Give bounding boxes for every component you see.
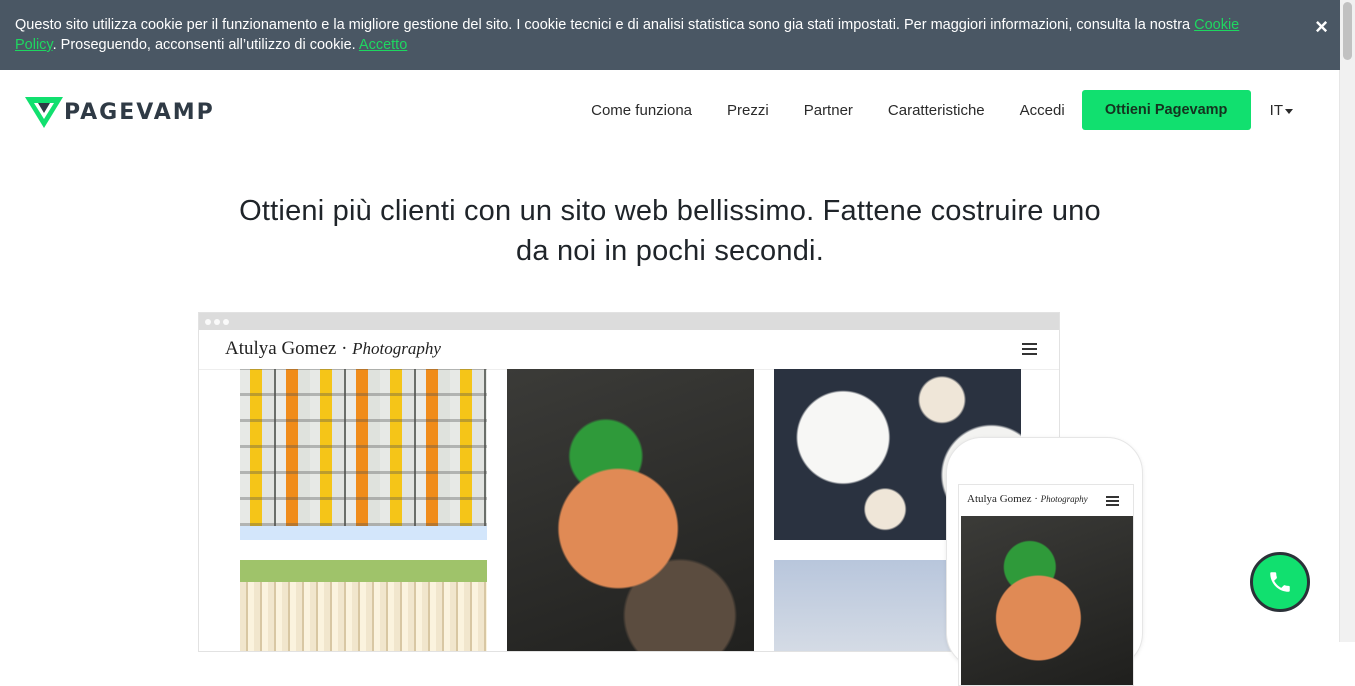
gallery-image-cocktail <box>507 369 754 651</box>
hamburger-menu-icon <box>1106 496 1119 506</box>
nav-features[interactable]: Caratteristiche <box>888 102 985 119</box>
language-selector[interactable]: IT <box>1270 102 1293 119</box>
window-dot <box>205 318 211 325</box>
window-dot <box>214 318 220 325</box>
nav-pricing[interactable]: Prezzi <box>727 102 769 119</box>
main-nav: Come funziona Prezzi Partner Caratterist… <box>556 70 1340 150</box>
window-dot <box>223 318 229 325</box>
close-icon[interactable]: × <box>1315 14 1328 40</box>
mobile-preview-mockup: Atulya Gomez · Photography <box>946 437 1143 686</box>
site-header: PAGEVAMP Come funziona Prezzi Partner Ca… <box>0 70 1340 150</box>
cookie-text-continued: . Proseguendo, acconsenti all’utilizzo d… <box>52 37 359 53</box>
mobile-preview-screen: Atulya Gomez · Photography <box>958 484 1134 686</box>
scrollbar-thumb[interactable] <box>1343 2 1352 60</box>
browser-toolbar <box>199 313 1059 330</box>
cookie-text: Questo sito utilizza cookie per il funzi… <box>15 17 1195 33</box>
preview-site-name: Atulya Gomez · <box>225 338 353 359</box>
mobile-preview-site-name: Atulya Gomez · <box>967 493 1041 505</box>
nav-partner[interactable]: Partner <box>804 102 853 119</box>
preview-site-subtitle: Photography <box>352 339 441 358</box>
call-button[interactable] <box>1250 552 1310 612</box>
mobile-gallery-image-cocktail <box>961 516 1133 685</box>
page-scrollbar[interactable] <box>1339 0 1355 642</box>
chevron-down-icon <box>1285 108 1293 114</box>
cookie-accept-link[interactable]: Accetto <box>359 37 407 53</box>
hero-headline: Ottieni più clienti con un sito web bell… <box>200 191 1140 271</box>
cookie-banner: Questo sito utilizza cookie per il funzi… <box>0 0 1340 70</box>
mobile-preview-site-subtitle: Photography <box>1040 494 1088 504</box>
hamburger-menu-icon <box>1022 343 1037 355</box>
gallery-image-caption-strip <box>240 526 487 540</box>
pagevamp-logo-icon <box>25 97 63 128</box>
logo[interactable]: PAGEVAMP <box>25 95 215 129</box>
phone-icon <box>1270 572 1290 592</box>
nav-how-it-works[interactable]: Come funziona <box>591 102 692 119</box>
gallery-image-building <box>240 369 487 526</box>
desktop-preview-mockup: Atulya Gomez · Photography <box>198 312 1060 652</box>
language-label: IT <box>1269 101 1283 119</box>
brand-name: PAGEVAMP <box>64 99 215 125</box>
mobile-preview-title: Atulya Gomez · Photography <box>967 493 1088 505</box>
hero-headline-line2: da noi in pochi secondi. <box>516 235 824 267</box>
nav-login[interactable]: Accedi <box>1020 102 1065 119</box>
get-pagevamp-button[interactable]: Ottieni Pagevamp <box>1081 90 1251 130</box>
preview-site-header: Atulya Gomez · Photography <box>199 330 1059 370</box>
hero-headline-line1: Ottieni più clienti con un sito web bell… <box>239 195 1101 227</box>
preview-site-title: Atulya Gomez · Photography <box>225 338 441 360</box>
gallery-image-books <box>240 560 487 651</box>
